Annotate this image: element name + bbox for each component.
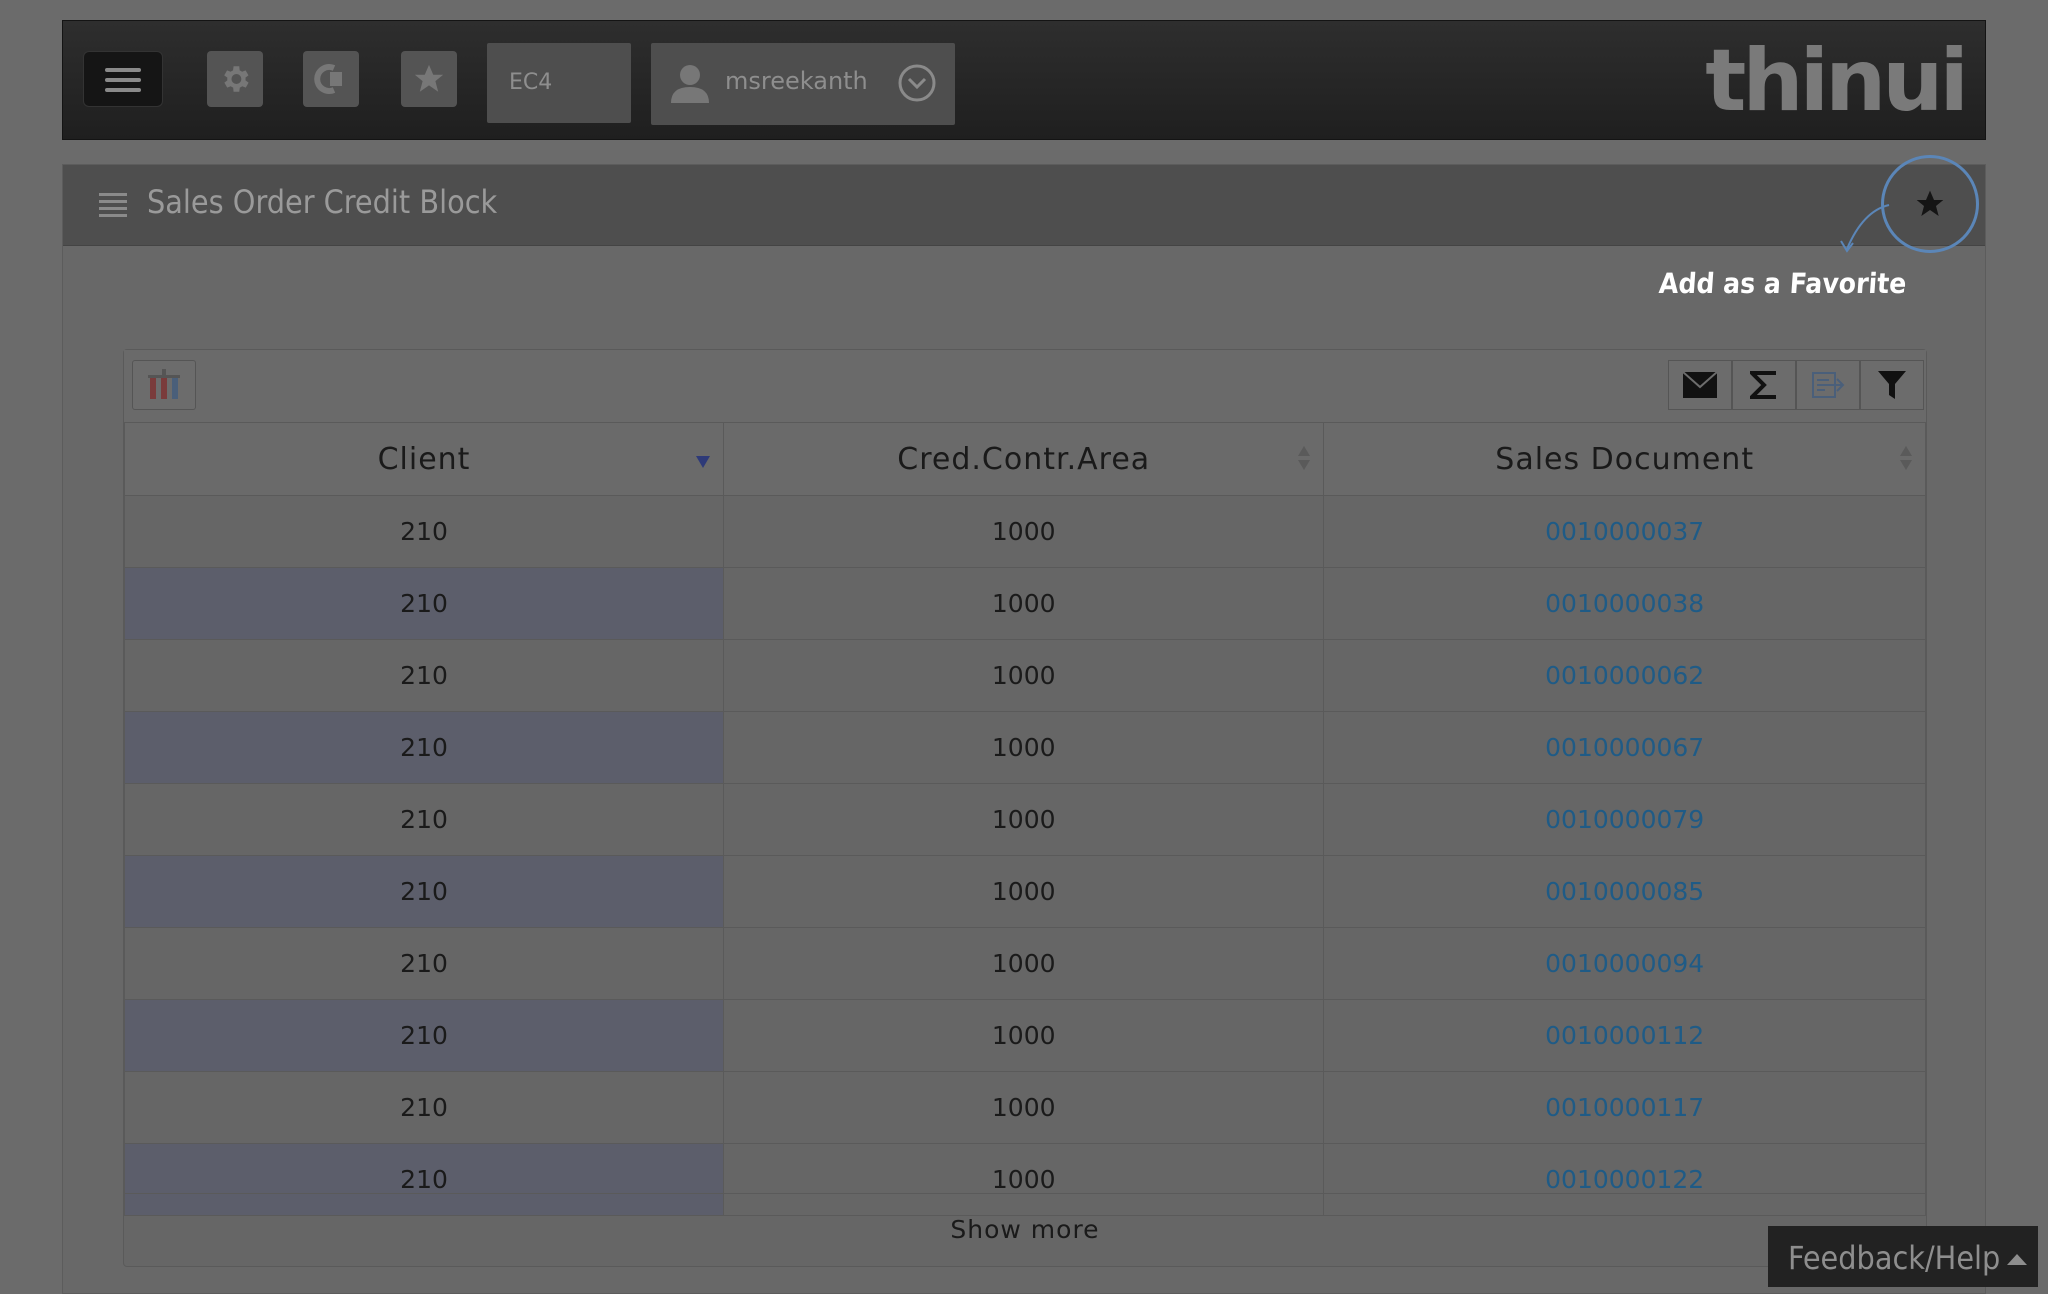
- cell-client: 210: [123, 567, 725, 640]
- cell-credit-area: 1000: [723, 495, 1325, 568]
- user-icon: [671, 65, 709, 103]
- sort-descending-icon[interactable]: [695, 455, 711, 469]
- table-row[interactable]: 210 1000 0010000112: [123, 999, 1926, 1072]
- user-menu[interactable]: msreekanth: [651, 43, 955, 125]
- sales-document-link[interactable]: 0010000037: [1545, 517, 1704, 546]
- star-icon: [414, 64, 444, 92]
- sales-document-link[interactable]: 0010000062: [1545, 661, 1704, 690]
- cell-client: 210: [123, 639, 725, 712]
- sales-document-link[interactable]: 0010000067: [1545, 733, 1704, 762]
- favorites-button[interactable]: [401, 51, 457, 107]
- filter-icon: [1878, 371, 1906, 399]
- sales-document-link[interactable]: 0010000122: [1545, 1165, 1704, 1194]
- settings-button[interactable]: [207, 51, 263, 107]
- feedback-label: Feedback/Help: [1788, 1239, 2001, 1277]
- sales-order-table: Client Cred.Contr.Area Sales Document 21: [123, 422, 1926, 1216]
- table-row[interactable]: 210 1000 0010000094: [123, 927, 1926, 1000]
- data-grid: Client Cred.Contr.Area Sales Document 21: [123, 349, 1927, 1267]
- favorite-hint: Add as a Favorite: [1657, 267, 1908, 300]
- caret-up-icon: [2007, 1254, 2027, 1265]
- cell-client: 210: [123, 855, 725, 928]
- username: msreekanth: [725, 67, 868, 95]
- export-icon: [1812, 372, 1845, 398]
- page-title: Sales Order Credit Block: [147, 183, 498, 221]
- cell-sales-document: 0010000067: [1323, 711, 1926, 784]
- cell-client: 210: [123, 927, 725, 1000]
- cell-credit-area: 1000: [723, 711, 1325, 784]
- sigma-icon: [1750, 371, 1776, 399]
- cell-sales-document: 0010000062: [1323, 639, 1926, 712]
- cell-credit-area: 1000: [723, 639, 1325, 712]
- system-id-box[interactable]: EC4: [487, 43, 631, 123]
- sales-document-link[interactable]: 0010000038: [1545, 589, 1704, 618]
- show-more-button[interactable]: Show more: [124, 1193, 1926, 1266]
- table-row[interactable]: 210 1000 0010000067: [123, 711, 1926, 784]
- table-row[interactable]: 210 1000 0010000037: [123, 495, 1926, 568]
- email-button[interactable]: [1668, 360, 1732, 410]
- cell-client: 210: [123, 1071, 725, 1144]
- sales-document-link[interactable]: 0010000085: [1545, 877, 1704, 906]
- cell-sales-document: 0010000037: [1323, 495, 1926, 568]
- cell-credit-area: 1000: [723, 855, 1325, 928]
- cell-sales-document: 0010000112: [1323, 999, 1926, 1072]
- top-toolbar: EC4 msreekanth thinui: [62, 20, 1986, 140]
- cell-client: 210: [123, 495, 725, 568]
- thinui-logo: thinui: [1705, 31, 1969, 131]
- column-header-sales-document[interactable]: Sales Document: [1323, 422, 1926, 496]
- table-row[interactable]: 210 1000 0010000085: [123, 855, 1926, 928]
- cell-sales-document: 0010000117: [1323, 1071, 1926, 1144]
- cell-credit-area: 1000: [723, 567, 1325, 640]
- cell-sales-document: 0010000085: [1323, 855, 1926, 928]
- hint-arrow: [1840, 204, 1890, 253]
- sum-button[interactable]: [1732, 360, 1796, 410]
- hamburger-menu-button[interactable]: [83, 51, 163, 107]
- transaction-button[interactable]: [303, 51, 359, 107]
- add-favorite-button[interactable]: [1881, 155, 1979, 253]
- cell-credit-area: 1000: [723, 927, 1325, 1000]
- chevron-down-icon[interactable]: [897, 63, 937, 103]
- sort-icon[interactable]: [1899, 445, 1913, 471]
- cell-credit-area: 1000: [723, 783, 1325, 856]
- sort-icon[interactable]: [1297, 445, 1311, 471]
- tcode-icon: [314, 64, 342, 94]
- cell-client: 210: [123, 999, 725, 1072]
- table-row[interactable]: 210 1000 0010000117: [123, 1071, 1926, 1144]
- gear-icon: [224, 66, 249, 92]
- filter-button[interactable]: [1860, 360, 1924, 410]
- cell-client: 210: [123, 783, 725, 856]
- column-header-credit-area[interactable]: Cred.Contr.Area: [723, 422, 1325, 496]
- export-button[interactable]: [1796, 360, 1860, 410]
- table-row[interactable]: 210 1000 0010000079: [123, 783, 1926, 856]
- sales-document-link[interactable]: 0010000079: [1545, 805, 1704, 834]
- sales-document-link[interactable]: 0010000112: [1545, 1021, 1704, 1050]
- columns-icon: [148, 369, 180, 399]
- envelope-icon: [1682, 371, 1718, 398]
- feedback-help-button[interactable]: Feedback/Help: [1768, 1226, 2038, 1287]
- cell-sales-document: 0010000038: [1323, 567, 1926, 640]
- list-icon: [99, 193, 127, 217]
- main-page: Sales Order Credit Block Add as a Favori…: [62, 155, 1986, 1294]
- cell-client: 210: [123, 711, 725, 784]
- grid-toolbar: [124, 350, 1926, 423]
- column-header-client[interactable]: Client: [123, 422, 725, 496]
- star-icon: [1916, 190, 1944, 216]
- sales-document-link[interactable]: 0010000117: [1545, 1093, 1704, 1122]
- page-title-bar: Sales Order Credit Block: [63, 165, 1985, 246]
- cell-sales-document: 0010000094: [1323, 927, 1926, 1000]
- cell-credit-area: 1000: [723, 1071, 1325, 1144]
- sales-document-link[interactable]: 0010000094: [1545, 949, 1704, 978]
- column-settings-button[interactable]: [132, 360, 196, 410]
- cell-sales-document: 0010000079: [1323, 783, 1926, 856]
- table-row[interactable]: 210 1000 0010000038: [123, 567, 1926, 640]
- table-row[interactable]: 210 1000 0010000062: [123, 639, 1926, 712]
- cell-credit-area: 1000: [723, 999, 1325, 1072]
